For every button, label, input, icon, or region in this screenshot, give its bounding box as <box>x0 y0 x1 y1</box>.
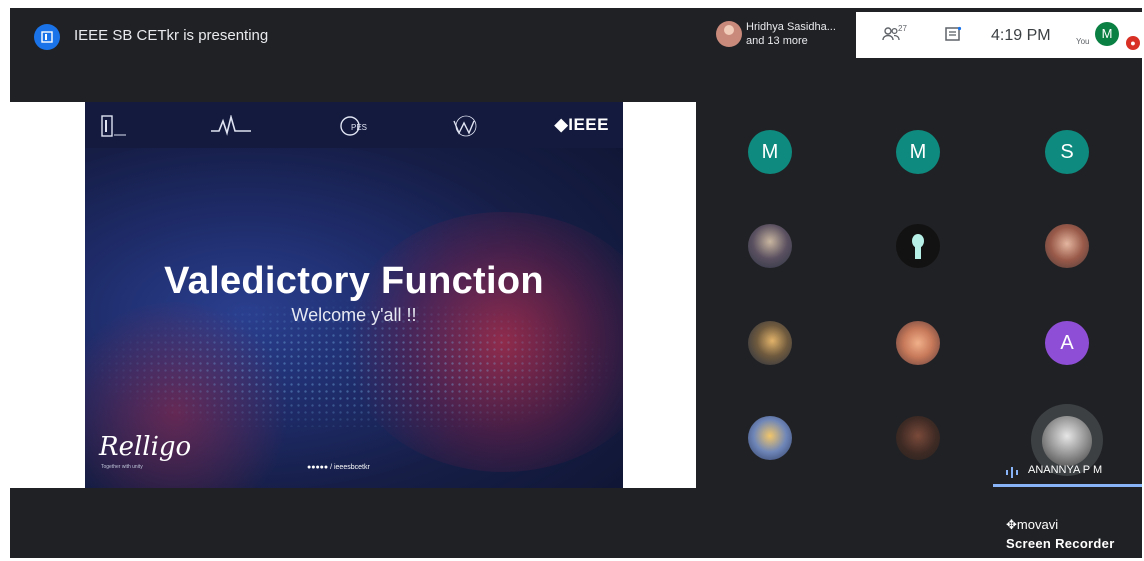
ieee-logo: ◆IEEE <box>554 115 609 134</box>
participant-photo[interactable] <box>896 224 940 268</box>
logo-strip: PES ◆IEEE <box>85 102 623 148</box>
participant-tile[interactable]: S <box>1045 130 1089 174</box>
people-count: 27 <box>898 24 907 33</box>
presenting-label: IEEE SB CETkr is presenting <box>74 27 269 44</box>
participants-name-line: Hridhya Sasidha... <box>746 21 836 33</box>
participant-initial: S <box>1060 141 1074 163</box>
participant-initial: M <box>909 141 927 163</box>
social-handles: ●●●●● / ieeesbcetkr <box>307 464 370 471</box>
slide-title: Valedictory Function <box>164 260 544 302</box>
participant-tile[interactable]: M <box>896 130 940 174</box>
social-icons: ●●●●● <box>307 464 331 471</box>
bottom-bar <box>10 490 1142 558</box>
participant-tile[interactable]: A <box>1045 321 1089 365</box>
presentation-area: PES ◆IEEE Valedictory Function Welcome y… <box>10 102 696 488</box>
event-brand: Relligo <box>99 432 192 462</box>
slide: PES ◆IEEE Valedictory Function Welcome y… <box>85 102 623 488</box>
chat-icon[interactable] <box>944 26 964 46</box>
participant-photo[interactable] <box>748 224 792 268</box>
recorder-label: Screen Recorder <box>1006 536 1115 551</box>
alert-badge-icon: ● <box>1126 36 1140 50</box>
participants-summary[interactable]: Hridhya Sasidha... and 13 more <box>710 12 856 58</box>
participant-photo[interactable] <box>896 321 940 365</box>
social-handle-text: / ieeesbcetkr <box>330 464 370 471</box>
participant-photo[interactable] <box>748 321 792 365</box>
participant-photo[interactable] <box>896 416 940 460</box>
self-avatar[interactable]: M <box>1095 22 1119 46</box>
participant-avatar <box>716 21 742 47</box>
top-bar: IEEE SB CETkr is presenting Hridhya Sasi… <box>10 8 1142 63</box>
society-logo-icon <box>211 113 251 140</box>
active-speaker-photo <box>1042 416 1092 466</box>
svg-text:PES: PES <box>351 123 367 132</box>
event-brand-tagline: Together with unity <box>101 464 143 470</box>
movavi-logo: ✥movavi <box>1006 517 1058 533</box>
header-panel: Hridhya Sasidha... and 13 more 27 4:19 P… <box>710 12 1142 58</box>
recorder-watermark: ✥movavi Screen Recorder <box>1006 517 1138 557</box>
pes-logo-icon: PES <box>339 115 369 140</box>
participant-initial: A <box>1060 332 1074 354</box>
participant-initial: M <box>761 141 779 163</box>
active-speaker-name: ANANNYA P M <box>1028 464 1103 476</box>
presenter-logo-icon <box>34 24 60 50</box>
branch-logo-icon <box>101 115 127 140</box>
clock-time: 4:19 PM <box>991 27 1051 44</box>
participant-tile[interactable]: M <box>748 130 792 174</box>
active-speaker-indicator <box>993 484 1142 487</box>
movavi-icon: ✥ <box>1006 517 1017 532</box>
participants-names: Hridhya Sasidha... and 13 more <box>746 20 836 48</box>
wie-logo-icon <box>451 115 481 140</box>
participants-more-line: and 13 more <box>746 35 808 47</box>
you-label: You <box>1076 37 1090 46</box>
slide-subtitle: Welcome y'all !! <box>291 305 417 325</box>
meeting-window: IEEE SB CETkr is presenting Hridhya Sasi… <box>10 8 1142 558</box>
participant-photo[interactable] <box>1045 224 1089 268</box>
participant-photo[interactable] <box>748 416 792 460</box>
audio-level-icon <box>1006 465 1020 478</box>
movavi-brand-text: movavi <box>1016 517 1059 532</box>
